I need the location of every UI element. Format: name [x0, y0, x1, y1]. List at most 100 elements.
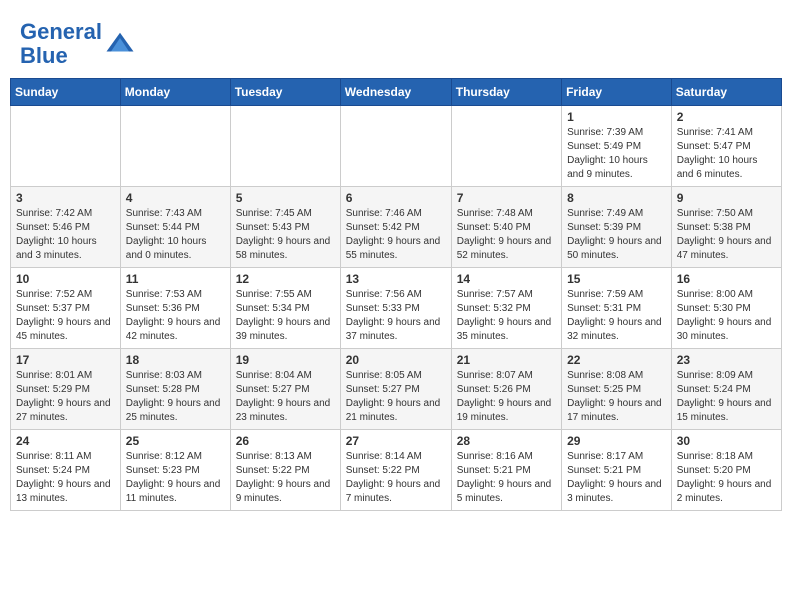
- day-number: 23: [677, 353, 776, 367]
- day-info: Sunrise: 8:09 AM Sunset: 5:24 PM Dayligh…: [677, 369, 776, 425]
- day-number: 27: [346, 434, 446, 448]
- day-info: Sunrise: 7:43 AM Sunset: 5:44 PM Dayligh…: [126, 207, 225, 263]
- day-number: 13: [346, 272, 446, 286]
- day-info: Sunrise: 8:16 AM Sunset: 5:21 PM Dayligh…: [457, 450, 556, 506]
- day-number: 26: [236, 434, 335, 448]
- weekday-row: SundayMondayTuesdayWednesdayThursdayFrid…: [11, 79, 782, 106]
- calendar-cell: 7 Sunrise: 7:48 AM Sunset: 5:40 PM Daylig…: [451, 187, 561, 268]
- calendar-cell: [11, 106, 121, 187]
- day-info: Sunrise: 8:13 AM Sunset: 5:22 PM Dayligh…: [236, 450, 335, 506]
- weekday-header: Sunday: [11, 79, 121, 106]
- day-info: Sunrise: 7:45 AM Sunset: 5:43 PM Dayligh…: [236, 207, 335, 263]
- day-info: Sunrise: 8:04 AM Sunset: 5:27 PM Dayligh…: [236, 369, 335, 425]
- day-info: Sunrise: 7:41 AM Sunset: 5:47 PM Dayligh…: [677, 126, 776, 182]
- calendar-cell: [340, 106, 451, 187]
- calendar-cell: 23 Sunrise: 8:09 AM Sunset: 5:24 PM Dayli…: [671, 349, 781, 430]
- day-number: 30: [677, 434, 776, 448]
- calendar-week-row: 17Sunrise: 8:01 AM Sunset: 5:29 PM Dayli…: [11, 349, 782, 430]
- day-info: Sunrise: 8:17 AM Sunset: 5:21 PM Dayligh…: [567, 450, 666, 506]
- calendar-cell: 20 Sunrise: 8:05 AM Sunset: 5:27 PM Dayli…: [340, 349, 451, 430]
- day-number: 4: [126, 191, 225, 205]
- day-info: Sunrise: 8:14 AM Sunset: 5:22 PM Dayligh…: [346, 450, 446, 506]
- day-number: 7: [457, 191, 556, 205]
- day-info: Sunrise: 8:18 AM Sunset: 5:20 PM Dayligh…: [677, 450, 776, 506]
- weekday-header: Friday: [562, 79, 672, 106]
- day-info: Sunrise: 7:50 AM Sunset: 5:38 PM Dayligh…: [677, 207, 776, 263]
- weekday-header: Monday: [120, 79, 230, 106]
- weekday-header: Wednesday: [340, 79, 451, 106]
- calendar-cell: 14 Sunrise: 7:57 AM Sunset: 5:32 PM Dayli…: [451, 268, 561, 349]
- calendar-cell: 29 Sunrise: 8:17 AM Sunset: 5:21 PM Dayli…: [562, 430, 672, 511]
- day-number: 1: [567, 110, 666, 124]
- calendar-week-row: 1 Sunrise: 7:39 AM Sunset: 5:49 PM Daylig…: [11, 106, 782, 187]
- calendar-cell: 26 Sunrise: 8:13 AM Sunset: 5:22 PM Dayli…: [230, 430, 340, 511]
- day-number: 21: [457, 353, 556, 367]
- weekday-header: Tuesday: [230, 79, 340, 106]
- calendar-cell: 19 Sunrise: 8:04 AM Sunset: 5:27 PM Dayli…: [230, 349, 340, 430]
- day-number: 18: [126, 353, 225, 367]
- calendar-week-row: 24 Sunrise: 8:11 AM Sunset: 5:24 PM Dayli…: [11, 430, 782, 511]
- calendar-cell: 21 Sunrise: 8:07 AM Sunset: 5:26 PM Dayli…: [451, 349, 561, 430]
- calendar-cell: 27 Sunrise: 8:14 AM Sunset: 5:22 PM Dayli…: [340, 430, 451, 511]
- day-info: Sunrise: 7:48 AM Sunset: 5:40 PM Dayligh…: [457, 207, 556, 263]
- day-number: 15: [567, 272, 666, 286]
- day-number: 29: [567, 434, 666, 448]
- calendar-cell: 8 Sunrise: 7:49 AM Sunset: 5:39 PM Daylig…: [562, 187, 672, 268]
- day-info: Sunrise: 7:49 AM Sunset: 5:39 PM Dayligh…: [567, 207, 666, 263]
- calendar-cell: 1 Sunrise: 7:39 AM Sunset: 5:49 PM Daylig…: [562, 106, 672, 187]
- calendar-cell: 25Sunrise: 8:12 AM Sunset: 5:23 PM Dayli…: [120, 430, 230, 511]
- day-info: Sunrise: 8:08 AM Sunset: 5:25 PM Dayligh…: [567, 369, 666, 425]
- calendar-cell: 16 Sunrise: 8:00 AM Sunset: 5:30 PM Dayli…: [671, 268, 781, 349]
- day-number: 28: [457, 434, 556, 448]
- calendar-table: SundayMondayTuesdayWednesdayThursdayFrid…: [10, 78, 782, 511]
- day-info: Sunrise: 7:57 AM Sunset: 5:32 PM Dayligh…: [457, 288, 556, 344]
- calendar-cell: 24 Sunrise: 8:11 AM Sunset: 5:24 PM Dayli…: [11, 430, 121, 511]
- day-number: 3: [16, 191, 115, 205]
- day-number: 6: [346, 191, 446, 205]
- day-info: Sunrise: 7:46 AM Sunset: 5:42 PM Dayligh…: [346, 207, 446, 263]
- weekday-header: Thursday: [451, 79, 561, 106]
- day-number: 14: [457, 272, 556, 286]
- day-number: 19: [236, 353, 335, 367]
- day-info: Sunrise: 8:05 AM Sunset: 5:27 PM Dayligh…: [346, 369, 446, 425]
- calendar-body: 1 Sunrise: 7:39 AM Sunset: 5:49 PM Daylig…: [11, 106, 782, 511]
- day-info: Sunrise: 7:59 AM Sunset: 5:31 PM Dayligh…: [567, 288, 666, 344]
- day-number: 16: [677, 272, 776, 286]
- day-number: 24: [16, 434, 115, 448]
- calendar-cell: 4 Sunrise: 7:43 AM Sunset: 5:44 PM Daylig…: [120, 187, 230, 268]
- calendar-header: SundayMondayTuesdayWednesdayThursdayFrid…: [11, 79, 782, 106]
- day-info: Sunrise: 7:39 AM Sunset: 5:49 PM Dayligh…: [567, 126, 666, 182]
- calendar-week-row: 10Sunrise: 7:52 AM Sunset: 5:37 PM Dayli…: [11, 268, 782, 349]
- day-info: Sunrise: 8:11 AM Sunset: 5:24 PM Dayligh…: [16, 450, 115, 506]
- calendar-cell: [120, 106, 230, 187]
- day-number: 8: [567, 191, 666, 205]
- calendar-cell: 13 Sunrise: 7:56 AM Sunset: 5:33 PM Dayli…: [340, 268, 451, 349]
- day-number: 25: [126, 434, 225, 448]
- logo-icon: [105, 29, 135, 59]
- calendar-cell: 6 Sunrise: 7:46 AM Sunset: 5:42 PM Daylig…: [340, 187, 451, 268]
- day-info: Sunrise: 8:00 AM Sunset: 5:30 PM Dayligh…: [677, 288, 776, 344]
- calendar-cell: 12 Sunrise: 7:55 AM Sunset: 5:34 PM Dayli…: [230, 268, 340, 349]
- day-number: 11: [126, 272, 225, 286]
- day-info: Sunrise: 7:55 AM Sunset: 5:34 PM Dayligh…: [236, 288, 335, 344]
- day-number: 20: [346, 353, 446, 367]
- calendar-cell: [451, 106, 561, 187]
- day-number: 9: [677, 191, 776, 205]
- calendar-cell: [230, 106, 340, 187]
- day-info: Sunrise: 7:52 AM Sunset: 5:37 PM Dayligh…: [16, 288, 115, 344]
- calendar-cell: 5 Sunrise: 7:45 AM Sunset: 5:43 PM Daylig…: [230, 187, 340, 268]
- day-info: Sunrise: 8:03 AM Sunset: 5:28 PM Dayligh…: [126, 369, 225, 425]
- calendar-cell: 11Sunrise: 7:53 AM Sunset: 5:36 PM Dayli…: [120, 268, 230, 349]
- calendar-cell: 17Sunrise: 8:01 AM Sunset: 5:29 PM Dayli…: [11, 349, 121, 430]
- day-info: Sunrise: 8:07 AM Sunset: 5:26 PM Dayligh…: [457, 369, 556, 425]
- calendar-cell: 10Sunrise: 7:52 AM Sunset: 5:37 PM Dayli…: [11, 268, 121, 349]
- calendar-cell: 18 Sunrise: 8:03 AM Sunset: 5:28 PM Dayli…: [120, 349, 230, 430]
- day-number: 2: [677, 110, 776, 124]
- page-header: GeneralBlue: [10, 10, 782, 73]
- day-info: Sunrise: 7:56 AM Sunset: 5:33 PM Dayligh…: [346, 288, 446, 344]
- logo: GeneralBlue: [20, 20, 135, 68]
- day-number: 12: [236, 272, 335, 286]
- day-number: 5: [236, 191, 335, 205]
- day-info: Sunrise: 7:42 AM Sunset: 5:46 PM Dayligh…: [16, 207, 115, 263]
- day-number: 17: [16, 353, 115, 367]
